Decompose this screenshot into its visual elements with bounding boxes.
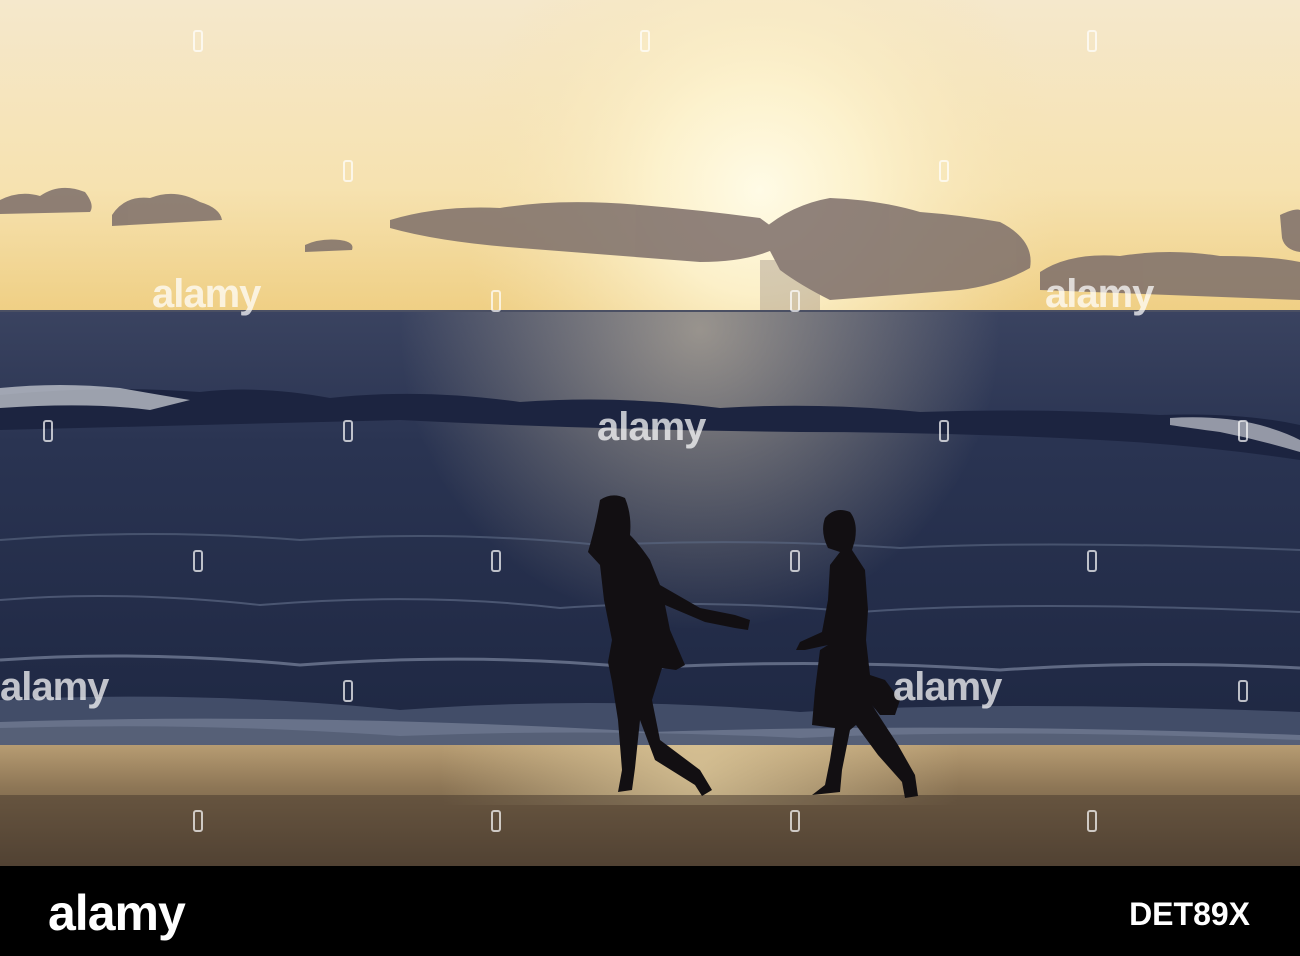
watermark-text: alamy	[0, 665, 109, 709]
watermark-mark	[491, 290, 501, 312]
watermark-mark	[640, 30, 650, 52]
watermark-mark	[491, 550, 501, 572]
watermark-mark	[790, 810, 800, 832]
watermark-text: alamy	[152, 272, 261, 316]
watermark-mark	[790, 550, 800, 572]
watermark-mark	[1238, 680, 1248, 702]
watermark-mark	[343, 420, 353, 442]
watermark-mark	[491, 810, 501, 832]
watermark-mark	[193, 550, 203, 572]
watermark-mark	[1087, 810, 1097, 832]
watermark-text: alamy	[1045, 272, 1154, 316]
footer-bar: alamy DET89X	[0, 866, 1300, 956]
watermark-mark	[1087, 30, 1097, 52]
watermark-text: alamy	[597, 405, 706, 449]
watermark-text: alamy	[893, 665, 1002, 709]
watermark-mark	[193, 810, 203, 832]
watermark-mark	[939, 160, 949, 182]
watermark-mark	[43, 420, 53, 442]
watermark-mark	[343, 160, 353, 182]
brand-logo: alamy	[48, 885, 186, 941]
watermark-mark	[1238, 420, 1248, 442]
watermark-mark	[1087, 550, 1097, 572]
image-code: DET89X	[1129, 896, 1250, 932]
watermark-mark	[790, 290, 800, 312]
stock-photo: alamy alamy alamy alamy alamy alamy DET8…	[0, 0, 1300, 956]
watermark-mark	[193, 30, 203, 52]
watermark-mark	[343, 680, 353, 702]
watermark-mark	[939, 420, 949, 442]
